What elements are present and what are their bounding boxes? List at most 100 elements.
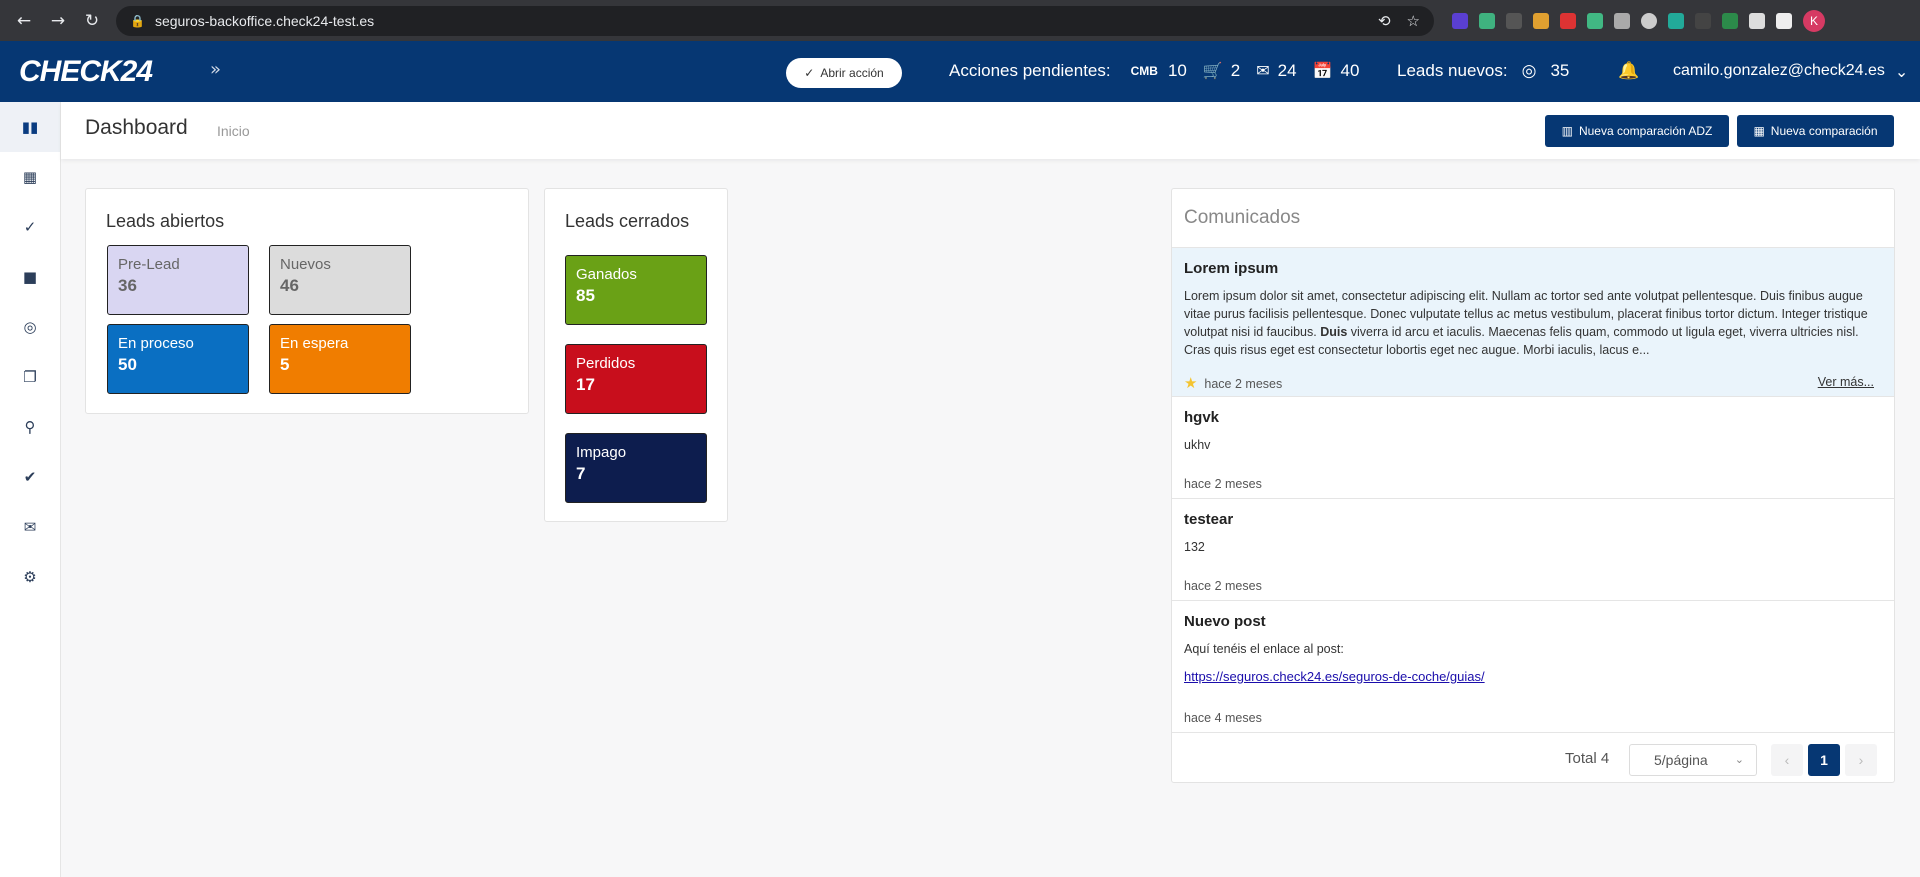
comunicado-title: testear xyxy=(1184,511,1234,528)
page-1-button[interactable]: 1 xyxy=(1808,744,1840,776)
tile-label: Pre-Lead xyxy=(118,256,180,273)
tile-label: Nuevos xyxy=(280,256,331,273)
comunicado-title: Lorem ipsum xyxy=(1184,260,1279,277)
tile-value: 5 xyxy=(280,355,290,374)
url-text: seguros-backoffice.check24-test.es xyxy=(154,12,375,29)
extension-icon[interactable] xyxy=(1479,12,1495,29)
nueva-comparacion-adz-button[interactable]: ▥ Nueva comparación ADZ xyxy=(1545,115,1729,147)
comunicado-title: Nuevo post xyxy=(1184,613,1266,630)
extension-icon[interactable] xyxy=(1722,12,1738,29)
check-icon: ✓ xyxy=(804,66,815,80)
page-title: Dashboard xyxy=(85,116,188,139)
nuevos-tile[interactable]: Nuevos 46 xyxy=(269,245,411,315)
comunicado-item[interactable]: testear 132 hace 2 meses xyxy=(1172,498,1894,600)
next-page-button[interactable]: › xyxy=(1845,744,1877,776)
comunicados-card: Comunicados Lorem ipsum Lorem ipsum dolo… xyxy=(1171,188,1895,783)
perdidos-tile[interactable]: Perdidos 17 xyxy=(565,344,707,414)
nueva-comparacion-button[interactable]: ▦ Nueva comparación xyxy=(1737,115,1894,147)
sidebar-item-approved[interactable]: ✔ xyxy=(0,452,60,502)
address-bar[interactable]: 🔒 seguros-backoffice.check24-test.es ⟲ ☆ xyxy=(116,5,1434,36)
leads-cerrados-title: Leads cerrados xyxy=(565,211,690,231)
extension-icon[interactable] xyxy=(1614,12,1630,29)
nueva-comparacion-label: Nueva comparación xyxy=(1770,124,1878,138)
check24-logo[interactable]: CHECK24 xyxy=(19,55,153,89)
bar-chart-icon: ▮▮ xyxy=(21,118,39,136)
cmb-icon[interactable]: CMB xyxy=(1131,64,1158,78)
extension-icon[interactable] xyxy=(1506,12,1522,29)
extension-icon[interactable] xyxy=(1587,12,1603,29)
pre-lead-tile[interactable]: Pre-Lead 36 xyxy=(107,245,249,315)
check-circle-icon: ✔ xyxy=(23,468,37,486)
target-icon: ◎ xyxy=(23,318,37,336)
sidebar-item-tasks[interactable]: ✓ xyxy=(0,202,60,252)
sidebar-item-settings[interactable]: ⚙ xyxy=(0,552,60,602)
share-icon[interactable]: ⟲ xyxy=(1378,12,1391,30)
abrir-accion-button[interactable]: ✓ Abrir acción xyxy=(786,58,902,88)
impago-tile[interactable]: Impago 7 xyxy=(565,433,707,503)
page-size-select[interactable]: 5/página ⌄ xyxy=(1629,744,1757,776)
post-link[interactable]: https://seguros.check24.es/seguros-de-co… xyxy=(1184,669,1485,684)
user-menu[interactable]: camilo.gonzalez@check24.es ⌄ xyxy=(1673,62,1908,82)
lock-icon: 🔒 xyxy=(130,13,145,28)
breadcrumb[interactable]: Inicio xyxy=(217,123,250,139)
comunicado-item[interactable]: hgvk ukhv hace 2 meses xyxy=(1172,396,1894,498)
app-header: CHECK24 » ✓ Abrir acción Acciones pendie… xyxy=(0,41,1920,102)
mail-icon[interactable]: ✉ xyxy=(1256,61,1269,81)
tile-value: 17 xyxy=(576,375,595,394)
forward-icon[interactable]: → xyxy=(48,11,68,31)
comunicados-title: Comunicados xyxy=(1184,207,1301,228)
pagination: Total 4 5/página ⌄ ‹ 1 › xyxy=(1172,732,1894,782)
sidebar-item-target[interactable]: ◎ xyxy=(0,302,60,352)
tile-label: Ganados xyxy=(576,266,637,283)
extension-icon[interactable] xyxy=(1695,12,1711,29)
cart-count[interactable]: 2 xyxy=(1231,61,1240,81)
bookmark-star-icon[interactable]: ☆ xyxy=(1407,12,1420,30)
mail-count[interactable]: 24 xyxy=(1278,61,1297,81)
en-espera-tile[interactable]: En espera 5 xyxy=(269,324,411,394)
side-panel-icon[interactable] xyxy=(1776,12,1792,29)
ver-mas-link[interactable]: Ver más... xyxy=(1818,375,1874,389)
sidebar-item-briefcase[interactable]: ■ xyxy=(0,252,60,302)
sidebar-item-documents[interactable]: ❐ xyxy=(0,352,60,402)
extension-icon[interactable] xyxy=(1533,12,1549,29)
comunicado-item[interactable]: Lorem ipsum Lorem ipsum dolor sit amet, … xyxy=(1172,247,1894,396)
en-proceso-tile[interactable]: En proceso 50 xyxy=(107,324,249,394)
comunicado-title: hgvk xyxy=(1184,409,1220,426)
leads-abiertos-title: Leads abiertos xyxy=(106,211,225,231)
reload-icon[interactable]: ↻ xyxy=(82,11,102,31)
cmb-count[interactable]: 10 xyxy=(1168,61,1187,81)
ganados-tile[interactable]: Ganados 85 xyxy=(565,255,707,325)
tile-value: 7 xyxy=(576,464,586,483)
profile-avatar[interactable]: K xyxy=(1803,9,1825,32)
tile-label: Perdidos xyxy=(576,355,636,372)
search-icon: ⚲ xyxy=(24,418,36,436)
calendar-count[interactable]: 40 xyxy=(1341,61,1360,81)
sidebar-item-calendar[interactable]: ▦ xyxy=(0,152,60,202)
comunicado-item[interactable]: Nuevo post Aquí tenéis el enlace al post… xyxy=(1172,600,1894,732)
comunicado-time: hace 2 meses xyxy=(1184,579,1262,593)
cart-icon[interactable]: 🛒 xyxy=(1203,61,1223,81)
mail-icon: ✉ xyxy=(23,518,37,536)
star-icon[interactable]: ★ xyxy=(1184,375,1197,392)
extension-icon[interactable] xyxy=(1452,12,1468,29)
back-icon[interactable]: ← xyxy=(14,11,34,31)
total-count: Total 4 xyxy=(1565,750,1610,767)
comunicado-time: hace 4 meses xyxy=(1184,711,1262,725)
prev-page-button[interactable]: ‹ xyxy=(1771,744,1803,776)
tile-value: 36 xyxy=(118,276,137,295)
document-icon: ▦ xyxy=(1753,124,1765,138)
extension-icon[interactable] xyxy=(1560,12,1576,29)
sidebar-item-mail[interactable]: ✉ xyxy=(0,502,60,552)
sidebar-item-search[interactable]: ⚲ xyxy=(0,402,60,452)
extension-icon[interactable] xyxy=(1668,12,1684,29)
bell-icon[interactable]: 🔔 xyxy=(1618,61,1639,81)
puzzle-icon[interactable] xyxy=(1749,12,1765,29)
leads-nuevos[interactable]: Leads nuevos: ◎ 35 xyxy=(1397,61,1569,81)
extension-icon[interactable] xyxy=(1641,12,1657,29)
calendar-icon[interactable]: 📅 xyxy=(1313,61,1333,81)
gear-icon: ⚙ xyxy=(23,568,37,586)
nueva-comparacion-adz-label: Nueva comparación ADZ xyxy=(1578,124,1713,138)
sidebar-item-dashboard[interactable]: ▮▮ xyxy=(0,102,60,152)
chevron-down-icon: ⌄ xyxy=(1894,64,1909,81)
expand-sidebar-icon[interactable]: » xyxy=(210,59,221,80)
